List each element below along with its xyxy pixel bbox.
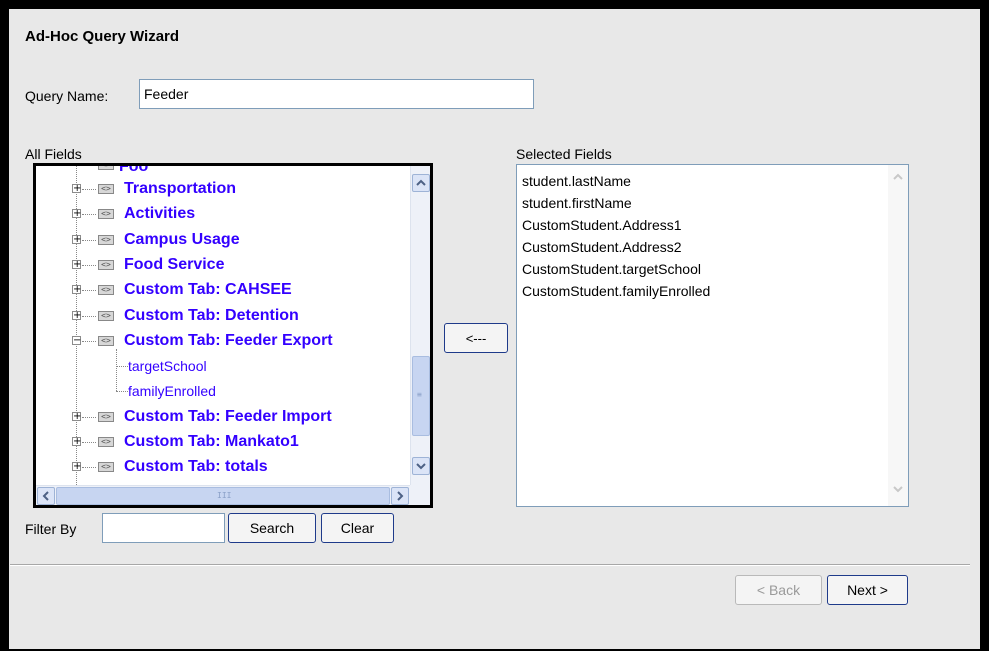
tree-leaf-label: targetSchool xyxy=(128,358,207,375)
selected-fields-items: student.lastName student.firstName CustomS… xyxy=(522,170,710,302)
tree-horizontal-scrollbar[interactable]: III xyxy=(36,485,410,505)
tree-connector xyxy=(82,214,96,216)
tab-icon: <> xyxy=(98,184,114,194)
tab-icon: <> xyxy=(98,335,114,346)
tree-leaf-label: familyEnrolled xyxy=(128,383,216,400)
tree-node-label: Custom Tab: Feeder Import xyxy=(124,407,332,425)
expand-icon[interactable]: + xyxy=(72,259,81,269)
tree-node-label: Food Service xyxy=(124,255,225,273)
wizard-title: Ad-Hoc Query Wizard xyxy=(25,28,180,45)
selected-fields-label: Selected Fields xyxy=(516,146,612,162)
tab-icon: <> xyxy=(98,310,114,321)
scroll-right-button[interactable] xyxy=(391,487,409,505)
chevron-up-icon xyxy=(893,173,903,180)
scrollbar-corner xyxy=(410,485,430,505)
collapse-icon[interactable]: − xyxy=(72,335,81,345)
tree-node-label: Campus Usage xyxy=(124,230,240,248)
expand-icon[interactable]: + xyxy=(72,411,81,421)
filter-input[interactable] xyxy=(102,513,225,543)
expand-icon[interactable]: + xyxy=(72,437,81,447)
selected-field-item[interactable]: CustomStudent.familyEnrolled xyxy=(522,280,710,302)
tree-connector xyxy=(82,290,96,292)
tree-connector xyxy=(82,340,96,342)
tree-connector xyxy=(82,442,96,443)
tree-connector xyxy=(82,189,96,190)
scroll-left-button[interactable] xyxy=(37,487,55,505)
tab-icon: <> xyxy=(98,437,114,447)
tree-node-label: Custom Tab: Mankato1 xyxy=(124,433,299,450)
expand-icon[interactable]: + xyxy=(72,462,81,472)
tree-connector xyxy=(82,315,96,317)
chevron-right-icon xyxy=(397,491,404,501)
tree-node-label: Activities xyxy=(124,205,196,223)
all-fields-label: All Fields xyxy=(25,146,82,162)
tab-icon: <> xyxy=(98,209,114,220)
tree-vertical-scrollbar[interactable]: ≡ xyxy=(410,166,430,485)
back-button[interactable]: < Back xyxy=(735,575,822,605)
tree-connector xyxy=(82,264,96,266)
query-name-input[interactable] xyxy=(139,79,534,109)
tab-icon: <> xyxy=(98,462,114,473)
chevron-up-icon xyxy=(416,179,426,186)
tree-node-label: Custom Tab: Feeder Export xyxy=(124,331,333,349)
scroll-up-button[interactable] xyxy=(890,169,906,190)
selected-field-item[interactable]: CustomStudent.Address2 xyxy=(522,236,710,258)
tree-content: <> Foo + <> Transportation + <> Activities + <> Ca… xyxy=(36,166,410,485)
tree-node-label: Custom Tab: totals xyxy=(124,458,268,476)
tab-icon: <> xyxy=(98,234,114,245)
tree-connector xyxy=(116,366,128,368)
filter-by-label: Filter By xyxy=(25,521,77,537)
tree-node-label: Transportation xyxy=(124,180,237,197)
expand-icon[interactable]: + xyxy=(72,285,81,295)
tab-icon: <> xyxy=(98,166,114,170)
chevron-left-icon xyxy=(42,491,49,501)
expand-icon[interactable]: + xyxy=(72,209,81,219)
horizontal-scroll-thumb[interactable]: III xyxy=(56,487,390,505)
tree-node-label: Custom Tab: Detention xyxy=(124,306,299,324)
tree-node-label: Custom Tab: CAHSEE xyxy=(124,281,292,299)
all-fields-tree[interactable]: <> Foo + <> Transportation + <> Activities + <> Ca… xyxy=(33,163,433,508)
footer-divider xyxy=(10,564,970,566)
scroll-down-button[interactable] xyxy=(412,457,430,475)
next-button[interactable]: Next > xyxy=(827,575,908,605)
tree-guide-line xyxy=(116,348,117,392)
tree-connector xyxy=(82,467,96,469)
chevron-down-icon xyxy=(416,463,426,470)
tree-connector xyxy=(116,391,128,393)
expand-icon[interactable]: + xyxy=(72,184,81,194)
expand-icon[interactable]: + xyxy=(72,234,81,244)
tree-node-label: Foo xyxy=(119,166,149,175)
scroll-up-button[interactable] xyxy=(412,174,430,192)
vertical-scroll-thumb[interactable]: ≡ xyxy=(412,356,430,436)
tree-connector xyxy=(82,416,96,418)
chevron-down-icon xyxy=(893,486,903,493)
search-button[interactable]: Search xyxy=(228,513,316,543)
selected-fields-list[interactable]: student.lastName student.firstName CustomS… xyxy=(516,164,909,507)
tab-icon: <> xyxy=(98,285,114,296)
selected-fields-scrollbar[interactable] xyxy=(888,165,908,506)
selected-field-item[interactable]: student.firstName xyxy=(522,192,710,214)
tab-icon: <> xyxy=(98,411,114,422)
expand-icon[interactable]: + xyxy=(72,310,81,320)
selected-field-item[interactable]: student.lastName xyxy=(522,170,710,192)
tree-connector xyxy=(82,239,96,241)
query-name-label: Query Name: xyxy=(25,88,109,104)
tab-icon: <> xyxy=(98,259,114,270)
remove-field-button[interactable]: <--- xyxy=(444,323,508,353)
clear-button[interactable]: Clear xyxy=(321,513,394,543)
selected-field-item[interactable]: CustomStudent.targetSchool xyxy=(522,258,710,280)
scroll-down-button[interactable] xyxy=(890,481,906,502)
selected-field-item[interactable]: CustomStudent.Address1 xyxy=(522,214,710,236)
